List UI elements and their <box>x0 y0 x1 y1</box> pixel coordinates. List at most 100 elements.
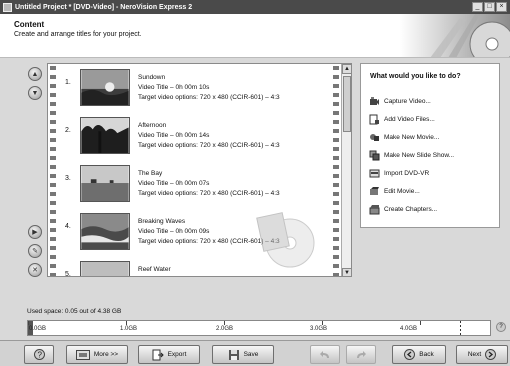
title-target-options: Target video options: 720 x 480 (CCIR-60… <box>138 190 280 197</box>
import-dvd-vr-link[interactable]: Import DVD-VR <box>369 166 429 180</box>
play-button[interactable]: ▶ <box>28 225 42 239</box>
title-name: Reef Water <box>138 266 171 273</box>
capacity-tick-label: 4.0GB <box>400 326 418 332</box>
next-button[interactable]: Next <box>456 345 508 364</box>
svg-text:?: ? <box>37 351 42 360</box>
back-label: Back <box>419 351 434 358</box>
title-name: The Bay <box>138 170 163 177</box>
make-new-slide-show-link[interactable]: Make New Slide Show... <box>369 148 454 162</box>
more-icon <box>75 349 90 360</box>
title-name: Sundown <box>138 74 166 81</box>
title-item[interactable]: 1. Sundown Video Title – 0h 00m 10s Targ… <box>60 69 335 116</box>
save-icon <box>228 349 239 360</box>
move-up-button[interactable]: ▲ <box>28 67 42 81</box>
edit-title-button[interactable]: ✎ <box>28 244 42 258</box>
title-target-options: Target video options: 720 x 480 (CCIR-60… <box>138 142 280 149</box>
tick-mark <box>126 321 127 325</box>
scroll-up-arrow[interactable]: ▲ <box>342 64 351 74</box>
title-duration: Video Title – 0h 00m 10s <box>138 84 210 91</box>
create-chapters-link[interactable]: Create Chapters... <box>369 202 437 216</box>
title-duration: Video Title – 0h 00m 07s <box>138 180 210 187</box>
save-button[interactable]: Save <box>212 345 274 364</box>
delete-title-button[interactable]: ✕ <box>28 263 42 277</box>
edit-movie-icon <box>370 186 379 195</box>
new-movie-icon <box>370 133 379 141</box>
capacity-help-icon[interactable]: ? <box>496 322 506 332</box>
back-button[interactable]: Back <box>392 345 446 364</box>
add-file-icon <box>369 114 379 124</box>
scroll-down-arrow[interactable]: ▼ <box>342 268 351 276</box>
title-thumbnail <box>80 69 130 106</box>
tick-mark <box>420 321 421 325</box>
export-icon <box>152 349 164 360</box>
window-titlebar: Untitled Project * [DVD-Video] - NeroVis… <box>0 0 510 14</box>
title-info: Reef Water <box>138 265 171 275</box>
slideshow-icon <box>369 150 380 160</box>
task-panel-heading: What would you like to do? <box>370 73 461 80</box>
page-header: Content Create and arrange titles for yo… <box>0 14 510 58</box>
save-label: Save <box>243 351 259 358</box>
help-button[interactable]: ? <box>24 345 54 364</box>
scroll-thumb[interactable] <box>343 76 351 132</box>
title-number: 5. <box>65 271 71 277</box>
add-video-files-link[interactable]: Add Video Files... <box>369 112 435 126</box>
filmstrip-left <box>50 64 56 276</box>
minimize-button[interactable]: _ <box>472 2 483 12</box>
capacity-tick-label: 2.0GB <box>216 326 234 332</box>
import-disc-icon <box>369 169 380 177</box>
used-space-text: Used space: 0.05 out of 4.38 GB <box>27 308 122 315</box>
task-label: Create Chapters... <box>384 205 438 213</box>
title-number: 3. <box>65 175 71 182</box>
capacity-bar: 0.0GB 1.0GB 2.0GB 3.0GB 4.0GB <box>27 320 491 336</box>
redo-button[interactable] <box>346 345 376 364</box>
capacity-tick-label: 0.0GB <box>29 326 47 332</box>
title-thumbnail <box>80 213 130 250</box>
back-arrow-icon <box>404 349 416 360</box>
task-label: Add Video Files... <box>384 115 435 123</box>
bottom-toolbar: ? More >> Export Save Back Next <box>0 340 510 366</box>
title-thumbnail <box>80 261 130 276</box>
title-duration: Video Title – 0h 00m 14s <box>138 132 210 139</box>
window-controls: _ □ × <box>472 2 507 12</box>
chapters-icon <box>369 204 380 214</box>
undo-button[interactable] <box>310 345 340 364</box>
title-number: 4. <box>65 223 71 230</box>
title-item[interactable]: 3. The Bay Video Title – 0h 00m 07s Targ… <box>60 165 335 212</box>
film-reel-watermark <box>256 212 315 268</box>
title-item[interactable]: 2. Afternoon Video Title – 0h 00m 14s Ta… <box>60 117 335 164</box>
page-subtitle: Create and arrange titles for your proje… <box>14 31 142 38</box>
tick-mark <box>224 321 225 325</box>
tick-mark <box>322 321 323 325</box>
app-icon <box>3 2 12 12</box>
next-arrow-icon <box>485 349 497 360</box>
close-button[interactable]: × <box>496 2 507 12</box>
make-new-movie-link[interactable]: Make New Movie... <box>369 130 439 144</box>
task-label: Edit Movie... <box>384 187 420 195</box>
title-thumbnail <box>80 117 130 154</box>
title-target-options: Target video options: 720 x 480 (CCIR-60… <box>138 94 280 101</box>
export-label: Export <box>167 351 187 358</box>
title-list-scrollbar[interactable]: ▲ ▼ <box>341 64 351 276</box>
task-panel: What would you like to do? Capture Video… <box>360 63 500 228</box>
export-button[interactable]: Export <box>138 345 200 364</box>
task-label: Make New Slide Show... <box>384 151 455 159</box>
title-info: The Bay Video Title – 0h 00m 07s Target … <box>138 169 280 199</box>
help-icon: ? <box>33 349 45 360</box>
window-title: Untitled Project * [DVD-Video] - NeroVis… <box>15 3 193 11</box>
title-list[interactable]: 1. Sundown Video Title – 0h 00m 10s Targ… <box>47 63 352 277</box>
title-name: Afternoon <box>138 122 167 129</box>
header-disc-art <box>400 14 510 57</box>
title-thumbnail <box>80 165 130 202</box>
capacity-limit-marker <box>460 321 461 335</box>
maximize-button[interactable]: □ <box>484 2 495 12</box>
title-info: Afternoon Video Title – 0h 00m 14s Targe… <box>138 121 280 151</box>
task-label: Capture Video... <box>384 97 431 105</box>
next-label: Next <box>467 351 482 358</box>
more-button[interactable]: More >> <box>66 345 128 364</box>
move-down-button[interactable]: ▼ <box>28 86 42 100</box>
page-title: Content <box>14 20 45 29</box>
edit-movie-link[interactable]: Edit Movie... <box>369 184 420 198</box>
camcorder-icon <box>370 96 379 105</box>
capture-video-link[interactable]: Capture Video... <box>369 94 431 108</box>
title-number: 1. <box>65 79 71 86</box>
